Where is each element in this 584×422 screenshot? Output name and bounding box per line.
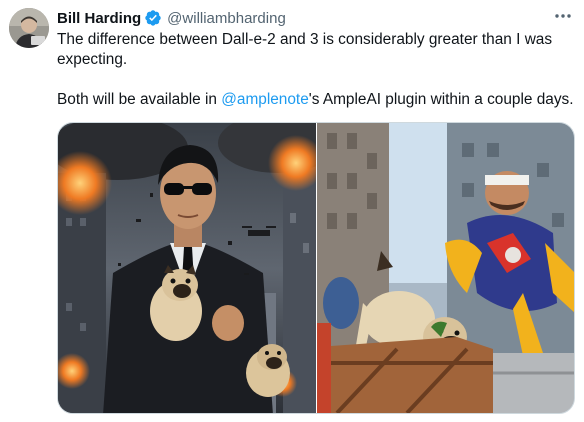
media-image-2[interactable] xyxy=(317,123,574,413)
display-name[interactable]: Bill Harding xyxy=(57,10,141,27)
image-man-with-pugs-icon xyxy=(58,123,316,413)
tweet-line-2-suffix: 's AmpleAI plugin within a couple days. xyxy=(308,91,574,108)
tweet-line-1: The difference between Dall-e-2 and 3 is… xyxy=(57,31,553,68)
handle[interactable]: @williambharding xyxy=(167,10,286,27)
mention-link[interactable]: @amplenote xyxy=(221,91,309,108)
tweet-text: The difference between Dall-e-2 and 3 is… xyxy=(57,30,577,110)
avatar[interactable] xyxy=(9,8,49,48)
tweet-line-2-prefix: Both will be available in xyxy=(57,91,222,108)
media-grid xyxy=(57,122,575,414)
more-options-icon[interactable] xyxy=(552,6,574,26)
image-pug-and-hero-icon xyxy=(317,123,574,413)
tweet-header: Bill Harding @williambharding xyxy=(57,8,286,28)
tweet-line-2: Both will be available in @amplenote's A… xyxy=(57,90,577,110)
verified-badge-icon xyxy=(144,9,162,27)
tweet-card: Bill Harding @williambharding The differ… xyxy=(0,0,584,422)
media-image-1[interactable] xyxy=(58,123,316,413)
